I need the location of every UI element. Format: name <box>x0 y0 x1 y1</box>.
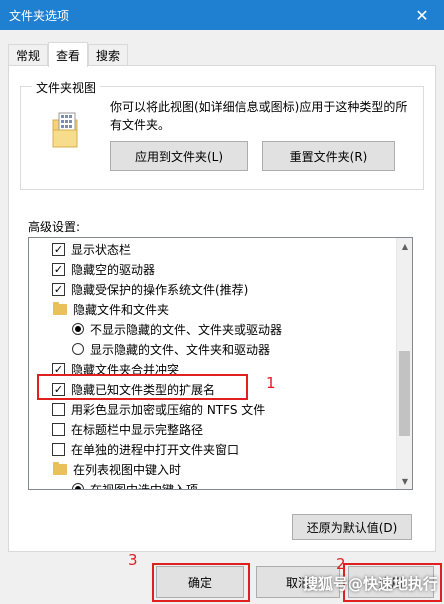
list-item-select-typed-item[interactable]: 在视图中选中键入项 <box>72 479 199 490</box>
list-item-label: 不显示隐藏的文件、文件夹或驱动器 <box>90 322 283 337</box>
list-item-color-ntfs[interactable]: 用彩色显示加密或压缩的 NTFS 文件 <box>52 399 265 419</box>
list-item-separate-process[interactable]: 在单独的进程中打开文件夹窗口 <box>52 439 239 459</box>
list-scrollbar[interactable]: ▲ ▼ <box>396 238 412 489</box>
radio-button[interactable] <box>72 483 84 489</box>
annotation-number-2: 2 <box>336 555 346 573</box>
annotation-number-1: 1 <box>266 374 276 392</box>
list-item-show-hidden[interactable]: 显示隐藏的文件、文件夹和驱动器 <box>72 339 270 359</box>
folder-view-description: 你可以将此视图(如详细信息或图标)应用于这种类型的所有文件夹。 <box>110 100 408 132</box>
list-item-hide-empty-drives[interactable]: ✓ 隐藏空的驱动器 <box>52 259 155 279</box>
list-item-full-path-title[interactable]: 在标题栏中显示完整路径 <box>52 419 203 439</box>
radio-button[interactable] <box>72 343 84 355</box>
folder-view-title: 文件夹视图 <box>32 79 101 96</box>
list-item-status-bar[interactable]: ✓ 显示状态栏 <box>52 239 131 259</box>
list-item-hide-protected-os-files[interactable]: ✓ 隐藏受保护的操作系统文件(推荐) <box>52 279 248 299</box>
advanced-settings-list[interactable]: ✓ 显示状态栏 ✓ 隐藏空的驱动器 ✓ 隐藏受保护的操作系统文件(推荐) 隐藏文… <box>28 237 413 490</box>
list-item-label: 在标题栏中显示完整路径 <box>71 422 204 437</box>
radio-button[interactable] <box>72 323 84 335</box>
list-group-hidden-files: 隐藏文件和文件夹 <box>53 299 169 319</box>
tab-view[interactable]: 查看 <box>48 42 89 67</box>
checkbox[interactable]: ✓ <box>52 282 65 296</box>
checkbox[interactable] <box>52 402 65 416</box>
checkbox[interactable]: ✓ <box>52 262 65 276</box>
title-bar: 文件夹选项 ✕ <box>0 0 444 30</box>
folder-icon <box>53 461 67 475</box>
list-item-dont-show-hidden[interactable]: 不显示隐藏的文件、文件夹或驱动器 <box>72 319 282 339</box>
scroll-down-icon[interactable]: ▼ <box>397 473 412 489</box>
annotation-highlight-extensions <box>37 374 248 400</box>
advanced-settings-label: 高级设置: <box>28 220 81 234</box>
list-item-label: 用彩色显示加密或压缩的 NTFS 文件 <box>71 402 266 417</box>
checkbox[interactable] <box>52 422 65 436</box>
tab-search[interactable]: 搜索 <box>88 44 129 66</box>
folder-icon <box>53 301 67 315</box>
list-item-label: 隐藏空的驱动器 <box>71 262 156 277</box>
checkbox[interactable] <box>52 442 65 456</box>
list-item-label: 在列表视图中键入时 <box>73 462 182 477</box>
scroll-thumb[interactable] <box>399 351 410 436</box>
tab-view-label: 查看 <box>56 48 81 63</box>
list-item-label: 隐藏文件和文件夹 <box>73 302 170 317</box>
apply-to-folders-button[interactable]: 应用到文件夹(L) <box>110 141 248 171</box>
annotation-highlight-ok <box>152 563 250 602</box>
list-item-label: 显示隐藏的文件、文件夹和驱动器 <box>90 342 271 357</box>
close-icon: ✕ <box>415 5 429 25</box>
restore-defaults-button[interactable]: 还原为默认值(D) <box>292 514 412 540</box>
list-item-label: 在视图中选中键入项 <box>90 482 199 490</box>
checkbox[interactable]: ✓ <box>52 242 65 256</box>
list-item-label: 隐藏受保护的操作系统文件(推荐) <box>71 282 249 297</box>
watermark: 搜狐号@快速地执行 <box>302 575 438 593</box>
reset-folders-button[interactable]: 重置文件夹(R) <box>262 141 395 171</box>
window-title: 文件夹选项 <box>9 8 70 23</box>
tab-general-label: 常规 <box>16 49 41 63</box>
scroll-up-icon[interactable]: ▲ <box>397 238 412 254</box>
tab-general[interactable]: 常规 <box>8 44 49 66</box>
annotation-number-3: 3 <box>128 551 138 569</box>
folder-view-icon <box>52 112 78 148</box>
tab-strip: 常规 查看 搜索 <box>8 42 129 67</box>
list-item-label: 显示状态栏 <box>71 242 132 257</box>
close-button[interactable]: ✕ <box>400 0 444 30</box>
list-item-label: 在单独的进程中打开文件夹窗口 <box>71 442 240 457</box>
tab-search-label: 搜索 <box>96 49 121 63</box>
list-group-typing-in-list: 在列表视图中键入时 <box>53 459 181 479</box>
